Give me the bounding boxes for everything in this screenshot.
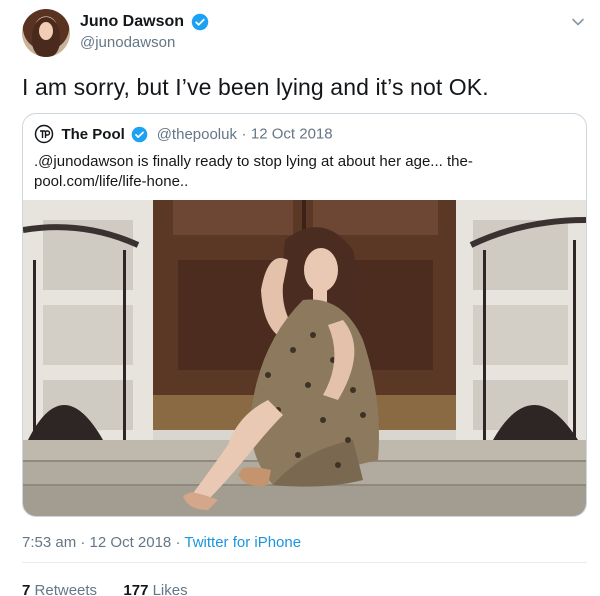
verified-badge-icon	[131, 126, 148, 142]
avatar[interactable]	[22, 9, 70, 57]
separator-dot: ·	[175, 534, 181, 551]
quoted-tweet-photo[interactable]	[23, 200, 586, 516]
tweet-card: Juno Dawson @junodawson I am sorry, but …	[0, 0, 600, 596]
retweets-stat[interactable]: 7 Retweets	[22, 582, 97, 596]
quoted-tweet-text: .@junodawson is finally ready to stop ly…	[34, 153, 473, 190]
author-name[interactable]: Juno Dawson	[80, 13, 184, 31]
author-row: Juno Dawson	[80, 13, 209, 31]
author-handle[interactable]: @junodawson	[80, 34, 175, 51]
likes-stat[interactable]: 177 Likes	[123, 582, 187, 596]
quoted-tweet-header: The Pool @thepooluk · 12 Oct 2018	[34, 124, 333, 144]
tweet-date[interactable]: 12 Oct 2018	[90, 534, 172, 551]
likes-count: 177	[123, 582, 149, 596]
quoted-tweet[interactable]: The Pool @thepooluk · 12 Oct 2018 .@juno…	[22, 113, 587, 517]
quoted-author-handle[interactable]: @thepooluk	[157, 126, 237, 143]
quoted-author-name[interactable]: The Pool	[61, 126, 124, 143]
tweet-meta: 7:53 am · 12 Oct 2018 · Twitter for iPho…	[22, 534, 301, 551]
tweet-time[interactable]: 7:53 am	[22, 534, 76, 551]
the-pool-logo-icon	[34, 124, 54, 144]
tweet-text: I am sorry, but I’ve been lying and it’s…	[22, 74, 489, 100]
divider	[22, 562, 587, 563]
separator-dot: ·	[241, 125, 247, 143]
verified-badge-icon	[192, 13, 209, 31]
avatar-face	[39, 22, 53, 40]
separator-dot: ·	[80, 534, 86, 551]
quoted-tweet-date[interactable]: 12 Oct 2018	[251, 126, 333, 143]
likes-label: Likes	[152, 582, 188, 596]
retweets-count: 7	[22, 582, 31, 596]
retweets-label: Retweets	[34, 582, 98, 596]
chevron-down-icon[interactable]	[570, 14, 586, 30]
tweet-stats: 7 Retweets 177 Likes	[22, 582, 188, 596]
tweet-source-link[interactable]: Twitter for iPhone	[184, 534, 301, 551]
